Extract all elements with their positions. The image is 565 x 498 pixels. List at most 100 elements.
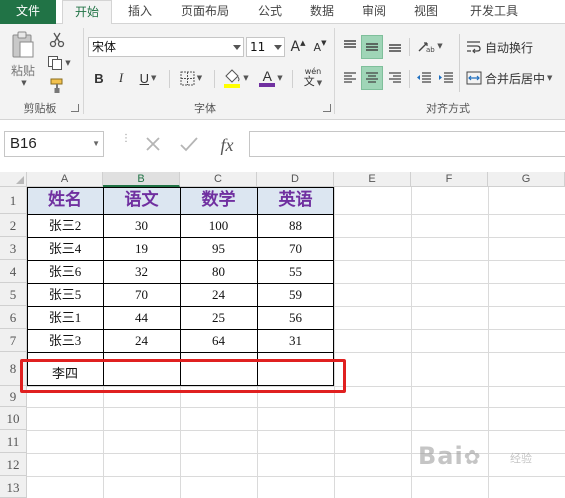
column-header-e[interactable]: E: [334, 172, 411, 187]
table-cell[interactable]: 88: [257, 214, 334, 237]
column-header-a[interactable]: A: [27, 172, 103, 187]
tab-developer[interactable]: 开发工具: [458, 0, 530, 24]
row-header[interactable]: 1: [0, 187, 27, 214]
bottom-align-button[interactable]: [385, 35, 405, 57]
cut-button[interactable]: [46, 30, 68, 50]
confirm-entry-button[interactable]: [176, 133, 202, 157]
table-cell[interactable]: 25: [180, 306, 257, 329]
name-box[interactable]: B16 ▼: [4, 131, 104, 157]
tab-insert[interactable]: 插入: [118, 0, 162, 24]
table-cell[interactable]: 31: [257, 329, 334, 352]
tab-view[interactable]: 视图: [404, 0, 448, 24]
table-cell[interactable]: 70: [257, 237, 334, 260]
table-cell[interactable]: 19: [103, 237, 180, 260]
table-cell[interactable]: 32: [103, 260, 180, 283]
row-header[interactable]: 6: [0, 306, 27, 329]
fill-color-button[interactable]: ▼: [220, 66, 252, 90]
table-cell[interactable]: 张三2: [27, 214, 103, 237]
decrease-indent-button[interactable]: [414, 66, 434, 90]
row-header[interactable]: 11: [0, 430, 27, 453]
tab-file[interactable]: 文件: [0, 0, 56, 24]
row-header[interactable]: 5: [0, 283, 27, 306]
format-painter-button[interactable]: [46, 76, 68, 96]
table-cell[interactable]: 55: [257, 260, 334, 283]
clipboard-launcher-icon[interactable]: [71, 104, 79, 112]
row-header[interactable]: 10: [0, 407, 27, 430]
tab-page-layout[interactable]: 页面布局: [170, 0, 240, 24]
font-color-button[interactable]: A ▼: [255, 66, 287, 90]
row-header[interactable]: 4: [0, 260, 27, 283]
table-cell[interactable]: 64: [180, 329, 257, 352]
font-size-value: 11: [250, 40, 266, 54]
merge-center-button[interactable]: 合并后居中 ▼: [466, 67, 562, 89]
column-header-c[interactable]: C: [180, 172, 257, 187]
splitter-handle-icon[interactable]: ⋮: [121, 134, 131, 154]
wrap-text-button[interactable]: 自动换行: [466, 36, 546, 58]
select-all-button[interactable]: [0, 172, 27, 187]
middle-align-button[interactable]: [361, 35, 383, 59]
insert-function-button[interactable]: fx: [212, 133, 242, 157]
table-cell[interactable]: 80: [180, 260, 257, 283]
table-border: [103, 187, 104, 386]
phonetic-guide-button[interactable]: wén 文 ▼: [297, 66, 329, 90]
tab-formulas[interactable]: 公式: [248, 0, 292, 24]
tab-data[interactable]: 数据: [300, 0, 344, 24]
table-border: [27, 260, 334, 261]
table-cell[interactable]: 张三5: [27, 283, 103, 306]
row-header[interactable]: 7: [0, 329, 27, 352]
table-cell[interactable]: 95: [180, 237, 257, 260]
table-cell[interactable]: 59: [257, 283, 334, 306]
font-launcher-icon[interactable]: [323, 104, 331, 112]
borders-dropdown-icon: ▼: [196, 74, 203, 82]
shrink-font-button[interactable]: A ▼: [311, 37, 329, 57]
orientation-button[interactable]: ab ▼: [414, 35, 446, 57]
align-right-icon: [388, 72, 402, 84]
table-cell[interactable]: 56: [257, 306, 334, 329]
formula-input[interactable]: [249, 131, 565, 157]
tab-review[interactable]: 审阅: [352, 0, 396, 24]
table-cell[interactable]: 张三1: [27, 306, 103, 329]
copy-dropdown-icon: ▼: [65, 59, 71, 67]
column-header-f[interactable]: F: [411, 172, 488, 187]
underline-dropdown-icon: ▼: [151, 74, 157, 82]
table-header-cell[interactable]: 语文: [103, 187, 180, 214]
table-cell[interactable]: 24: [103, 329, 180, 352]
table-cell[interactable]: 张三3: [27, 329, 103, 352]
align-left-button[interactable]: [340, 66, 360, 90]
font-size-combo[interactable]: 11: [246, 37, 285, 57]
top-align-button[interactable]: [340, 35, 360, 57]
align-right-button[interactable]: [385, 66, 405, 90]
italic-button[interactable]: I: [112, 68, 130, 88]
column-header-g[interactable]: G: [488, 172, 565, 187]
row-header[interactable]: 12: [0, 453, 27, 476]
grow-font-button[interactable]: A ▲: [289, 37, 307, 57]
table-cell[interactable]: 张三4: [27, 237, 103, 260]
table-cell[interactable]: 100: [180, 214, 257, 237]
fx-icon: fx: [220, 134, 234, 155]
font-name-combo[interactable]: 宋体: [88, 37, 244, 57]
row-header[interactable]: 3: [0, 237, 27, 260]
table-cell[interactable]: 24: [180, 283, 257, 306]
copy-button[interactable]: ▼: [44, 53, 74, 73]
table-cell[interactable]: 30: [103, 214, 180, 237]
table-cell[interactable]: 44: [103, 306, 180, 329]
merge-center-dropdown-icon: ▼: [547, 74, 553, 82]
row-header[interactable]: 13: [0, 476, 27, 498]
borders-button[interactable]: ▼: [175, 68, 207, 88]
table-header-cell[interactable]: 英语: [257, 187, 334, 214]
column-header-d[interactable]: D: [257, 172, 334, 187]
align-center-button[interactable]: [361, 66, 383, 90]
column-header-b[interactable]: B: [103, 172, 180, 187]
tab-home[interactable]: 开始: [62, 0, 112, 25]
orientation-icon: ab: [417, 39, 435, 53]
cancel-entry-button[interactable]: [140, 133, 166, 157]
underline-button[interactable]: U ▼: [134, 68, 162, 88]
bold-button[interactable]: B: [90, 68, 108, 88]
paste-button[interactable]: 粘贴 ▼: [6, 30, 40, 88]
row-header[interactable]: 2: [0, 214, 27, 237]
table-cell[interactable]: 70: [103, 283, 180, 306]
table-header-cell[interactable]: 数学: [180, 187, 257, 214]
table-header-cell[interactable]: 姓名: [27, 187, 103, 214]
table-cell[interactable]: 张三6: [27, 260, 103, 283]
increase-indent-button[interactable]: [436, 66, 456, 90]
